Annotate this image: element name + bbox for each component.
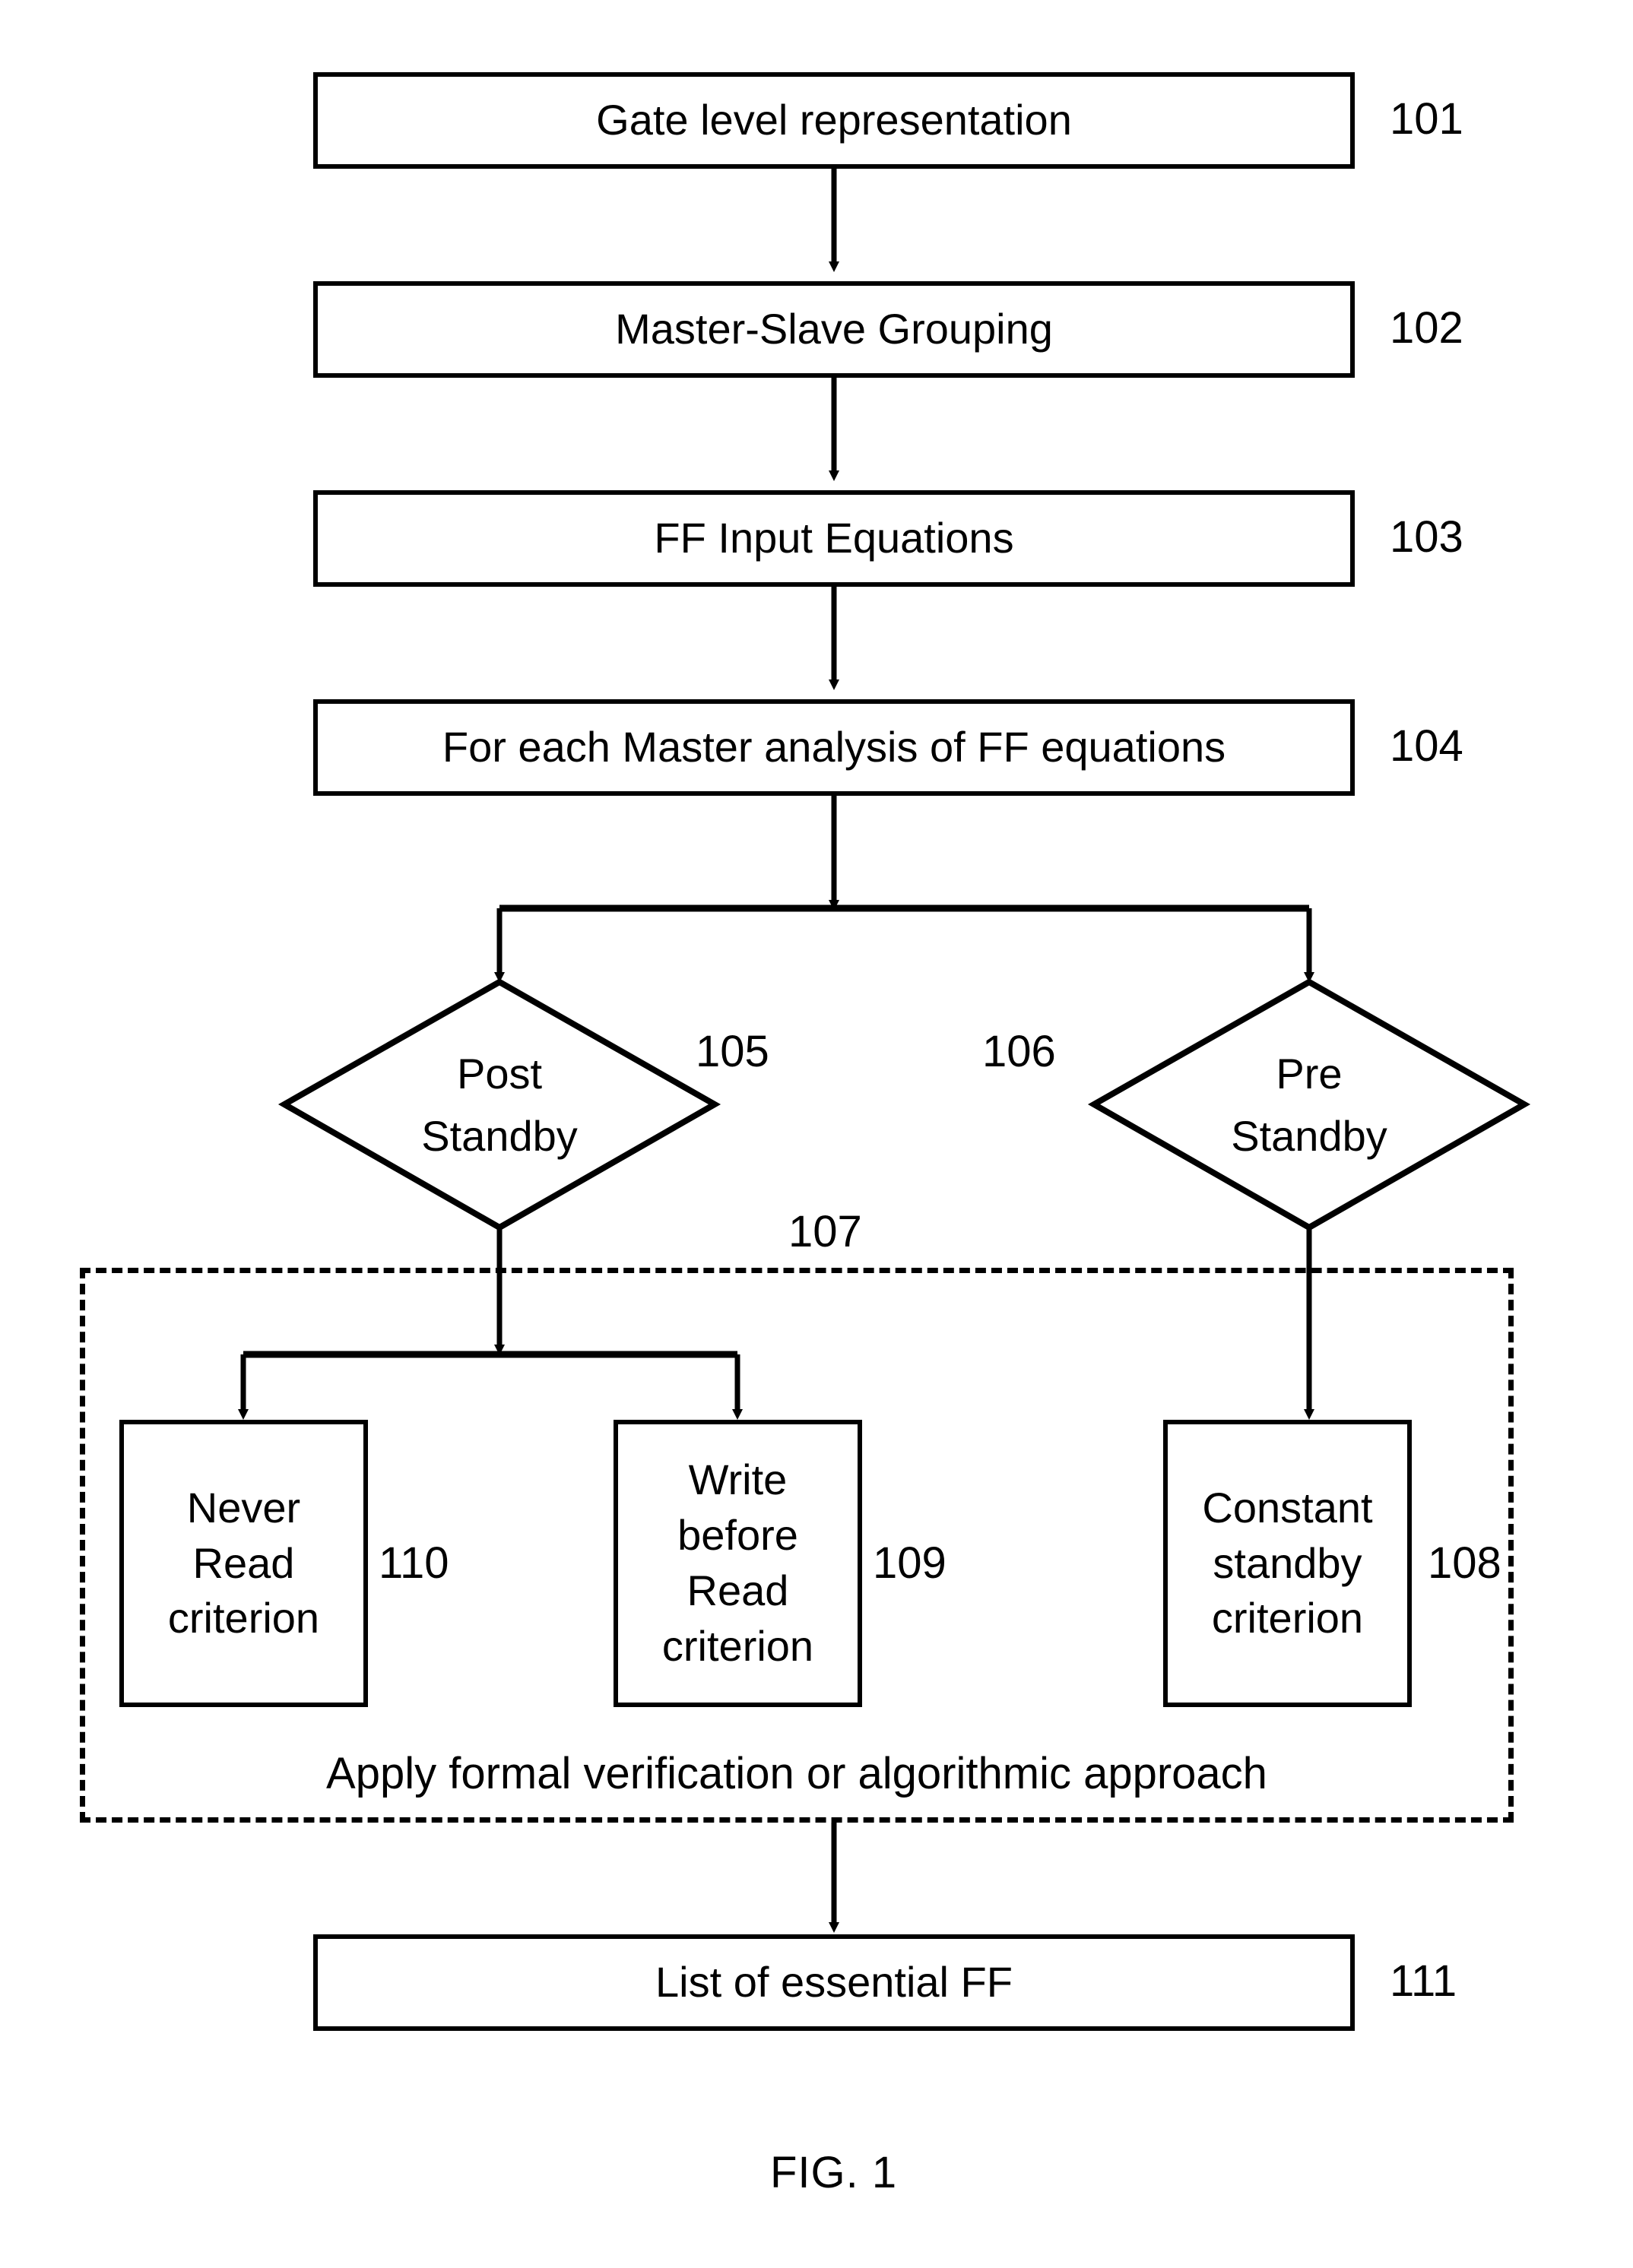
node-never-read-criterion[interactable]: Never Read criterion: [119, 1420, 368, 1707]
node-label-110-line3: criterion: [167, 1594, 320, 1642]
node-label-109-line1: Write: [688, 1456, 788, 1504]
ref-number-104: 104: [1390, 721, 1463, 771]
node-write-before-read-criterion[interactable]: Write before Read criterion: [614, 1420, 862, 1707]
node-label-103: FF Input Equations: [654, 514, 1014, 562]
node-ff-input-equations[interactable]: FF Input Equations: [313, 490, 1355, 587]
node-label-108-line2: standby: [1213, 1538, 1362, 1587]
figure-caption: FIG. 1: [770, 2148, 898, 2197]
group-107-caption: Apply formal verification or algorithmic…: [326, 1749, 1267, 1798]
node-label-110: Never Read criterion: [168, 1481, 319, 1646]
ref-number-108: 108: [1428, 1538, 1501, 1588]
node-label-108: Constant standby criterion: [1202, 1481, 1372, 1646]
node-label-102: Master-Slave Grouping: [615, 305, 1053, 353]
ref-number-101: 101: [1390, 94, 1463, 144]
node-constant-standby-criterion[interactable]: Constant standby criterion: [1163, 1420, 1412, 1707]
node-label-109-line3: Read: [686, 1566, 789, 1614]
node-pre-standby-decision[interactable]: Pre Standby: [1094, 982, 1524, 1227]
node-gate-level-representation[interactable]: Gate level representation: [313, 72, 1355, 169]
ref-number-103: 103: [1390, 512, 1463, 562]
diamond-label-106-line1: Pre: [1276, 1050, 1343, 1098]
diamond-label-105-line2: Standby: [421, 1111, 578, 1160]
ref-number-111: 111: [1390, 1956, 1457, 2006]
node-list-of-essential-ff[interactable]: List of essential FF: [313, 1934, 1355, 2031]
node-label-111: List of essential FF: [655, 1958, 1013, 2007]
node-label-110-line2: Read: [192, 1538, 295, 1587]
ref-number-107: 107: [788, 1207, 862, 1256]
node-for-each-master-analysis[interactable]: For each Master analysis of FF equations: [313, 699, 1355, 796]
ref-number-106: 106: [982, 1027, 1056, 1076]
node-label-101: Gate level representation: [596, 96, 1072, 144]
figure-canvas: 107 Apply formal verification or algorit…: [0, 0, 1633, 2268]
ref-number-110: 110: [379, 1538, 449, 1588]
node-post-standby-decision[interactable]: Post Standby: [284, 982, 715, 1227]
ref-number-105: 105: [696, 1027, 769, 1076]
ref-number-109: 109: [873, 1538, 947, 1588]
node-label-110-line1: Never: [186, 1483, 301, 1532]
node-label-109-line2: before: [677, 1511, 798, 1560]
diamond-label-105: Post Standby: [284, 982, 715, 1227]
node-label-108-line1: Constant: [1202, 1483, 1373, 1532]
node-label-109: Write before Read criterion: [662, 1452, 813, 1674]
diamond-label-106-line2: Standby: [1231, 1111, 1387, 1160]
node-label-109-line4: criterion: [661, 1621, 814, 1670]
diamond-label-106: Pre Standby: [1094, 982, 1524, 1227]
node-label-108-line3: criterion: [1211, 1594, 1364, 1642]
node-master-slave-grouping[interactable]: Master-Slave Grouping: [313, 281, 1355, 378]
node-label-104: For each Master analysis of FF equations: [442, 723, 1226, 771]
ref-number-102: 102: [1390, 303, 1463, 353]
diamond-label-105-line1: Post: [456, 1050, 543, 1098]
